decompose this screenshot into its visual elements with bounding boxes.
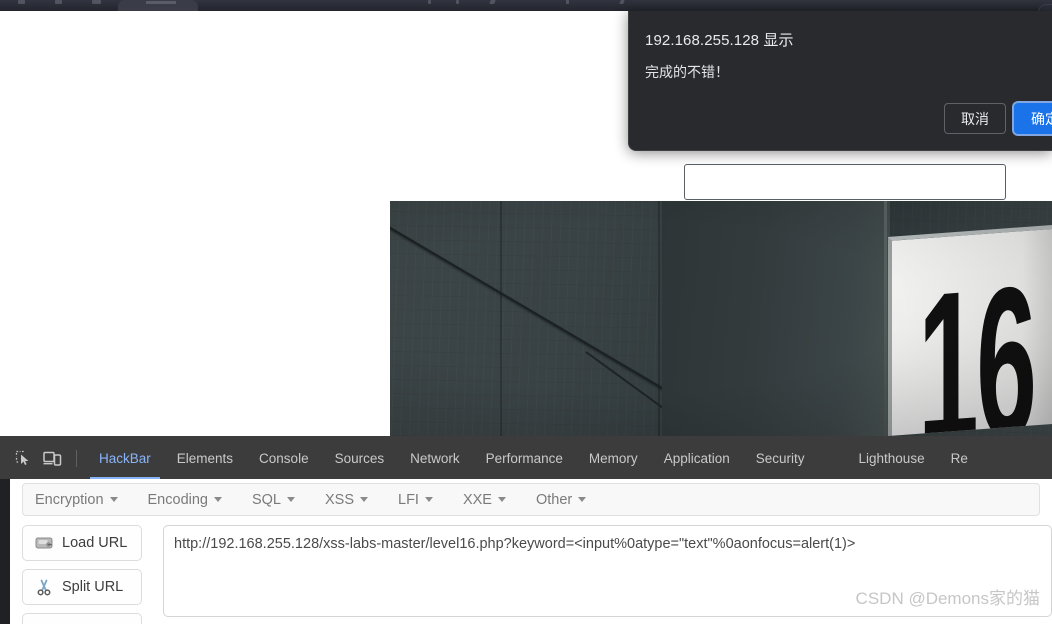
wall-corner-face <box>662 201 890 436</box>
devtools-tab-sources[interactable]: Sources <box>322 437 398 479</box>
sign-number-text: 16 <box>918 242 1035 436</box>
chevron-down-icon <box>109 497 118 502</box>
sign-shading <box>1022 228 1052 427</box>
alert-origin-label: 192.168.255.128 显示 <box>645 32 794 49</box>
back-icon[interactable] <box>18 0 25 4</box>
split-url-label: Split URL <box>62 579 124 595</box>
device-toolbar-icon[interactable] <box>38 444 67 473</box>
hackbar-menu-encoding[interactable]: Encoding <box>148 492 236 508</box>
devtools-tab-application[interactable]: Application <box>651 437 743 479</box>
omnibox-text-fragment <box>456 0 459 4</box>
chevron-down-icon <box>424 497 433 502</box>
hackbar-menu-xxe[interactable]: XXE <box>463 492 520 508</box>
wall-seam <box>658 201 660 436</box>
devtools-tab-security[interactable]: Security <box>743 437 818 479</box>
hackbar-url-field-wrapper: CSDN @Demons家的猫 <box>163 525 1052 617</box>
javascript-alert-dialog: 192.168.255.128 显示 完成的不错！ 取消 确定 <box>628 11 1052 151</box>
hackbar-menu-label: XSS <box>325 491 355 508</box>
hackbar-menu-label: Encoding <box>147 491 208 508</box>
forward-icon[interactable] <box>55 0 62 4</box>
alert-cancel-button[interactable]: 取消 <box>944 103 1006 134</box>
toolbar-divider <box>76 449 77 467</box>
wall-seam <box>500 201 502 436</box>
browser-tab-title <box>146 1 176 4</box>
hackbar-menu-xss[interactable]: XSS <box>325 492 382 508</box>
split-url-button[interactable]: Split URL <box>22 569 142 605</box>
scissors-icon <box>35 578 53 596</box>
execute-button[interactable] <box>22 613 142 624</box>
omnibox-text-fragment <box>566 0 569 4</box>
hackbar-action-buttons: Load URL Split URL <box>22 525 142 624</box>
load-url-button[interactable]: Load URL <box>22 525 142 561</box>
wall-corner-edge <box>884 201 887 436</box>
hackbar-menu-lfi[interactable]: LFI <box>398 492 447 508</box>
hackbar-menu-label: XXE <box>462 491 492 508</box>
devtools-tab-network[interactable]: Network <box>397 437 473 479</box>
hackbar-menu-bar: Encryption Encoding SQL XSS LFI XXE Other <box>22 483 1040 516</box>
hackbar-menu-label: LFI <box>398 491 419 508</box>
devtools-tab-performance[interactable]: Performance <box>473 437 576 479</box>
devtools-left-gutter <box>0 479 10 624</box>
omnibox-text-fragment <box>428 0 431 4</box>
devtools-panel: HackBar Elements Console Sources Network Perf… <box>0 436 1052 624</box>
chevron-down-icon <box>213 497 222 502</box>
hackbar-menu-label: SQL <box>251 491 281 508</box>
injected-xss-text-input[interactable] <box>684 164 1006 200</box>
alert-message-text: 完成的不错！ <box>645 64 729 80</box>
hackbar-url-input[interactable] <box>163 525 1052 617</box>
alert-confirm-button[interactable]: 确定 <box>1014 103 1052 134</box>
devtools-tab-console[interactable]: Console <box>246 437 322 479</box>
wall-sign-panel: 16 <box>888 224 1052 436</box>
chevron-down-icon <box>287 497 295 502</box>
chevron-down-icon <box>360 497 369 502</box>
inspect-element-icon[interactable] <box>9 444 38 473</box>
devtools-tab-bar: HackBar Elements Console Sources Network Perf… <box>0 437 1052 479</box>
hackbar-menu-other[interactable]: Other <box>536 492 600 508</box>
hackbar-menu-label: Encryption <box>35 491 104 508</box>
devtools-tab-memory[interactable]: Memory <box>576 437 651 479</box>
browser-chrome-bar <box>0 0 1052 11</box>
hackbar-menu-sql[interactable]: SQL <box>252 492 309 508</box>
devtools-tab-hackbar[interactable]: HackBar <box>86 437 164 479</box>
hackbar-menu-encryption[interactable]: Encryption <box>35 492 132 508</box>
chevron-down-icon <box>578 497 587 502</box>
devtools-tab-list: HackBar Elements Console Sources Network Perf… <box>86 437 981 479</box>
devtools-tab-lighthouse[interactable]: Lighthouse <box>846 437 938 479</box>
screenshot-root: 16 192.168.255.128 显示 完成的不错！ 取消 确定 <box>0 0 1052 624</box>
level-image: 16 <box>390 201 1052 436</box>
load-url-icon <box>35 534 53 552</box>
omnibox[interactable] <box>1038 4 1052 11</box>
reload-icon[interactable] <box>92 0 101 4</box>
devtools-tab-re[interactable]: Re <box>938 437 981 479</box>
hackbar-panel: Encryption Encoding SQL XSS LFI XXE Other Load… <box>10 479 1052 624</box>
hackbar-menu-label: Other <box>535 491 573 508</box>
load-url-label: Load URL <box>62 535 128 551</box>
chevron-down-icon <box>497 497 506 502</box>
alert-button-row: 取消 确定 <box>944 103 1052 134</box>
devtools-tab-elements[interactable]: Elements <box>164 437 246 479</box>
